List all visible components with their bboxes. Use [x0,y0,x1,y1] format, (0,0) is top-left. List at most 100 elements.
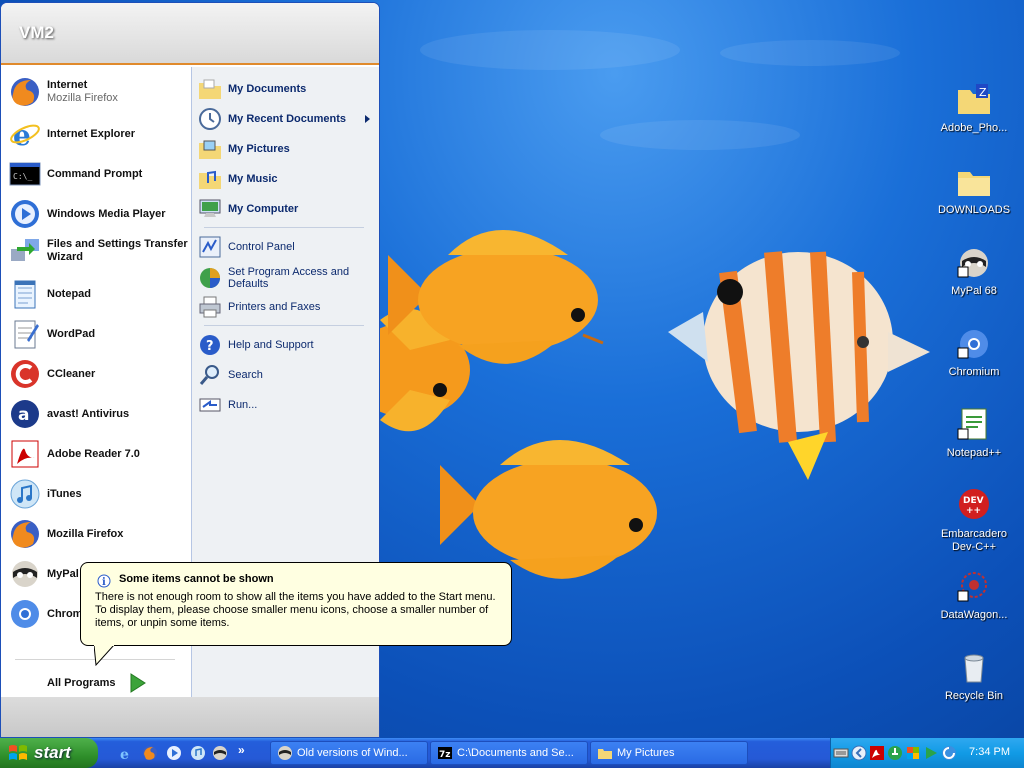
desktop-icon-notepad-plus[interactable]: Notepad++ [936,407,1012,460]
svg-text:Z: Z [979,86,987,99]
all-programs-label[interactable]: All Programs [47,677,115,689]
folder-pictures-icon [199,140,221,159]
recent-documents-icon [199,108,221,130]
svg-text:?: ? [206,339,214,354]
desktop-icon-mypal[interactable]: MyPal 68 [936,245,1012,298]
folder-music-icon [199,170,221,189]
place-my-pictures[interactable]: My Pictures [198,136,378,162]
start-label: start [34,743,71,762]
tray-collapse-chevron-icon[interactable] [851,745,867,761]
desktop-icon-label: DOWNLOADS [937,204,1011,216]
clock[interactable]: 7:34 PM [969,746,1010,758]
place-search[interactable]: Search [198,362,378,388]
start-item-notepad[interactable]: Notepad [9,275,189,313]
place-my-documents[interactable]: My Documents [198,76,378,102]
places-separator [204,227,364,228]
start-item-mozilla-firefox[interactable]: Mozilla Firefox [9,515,189,553]
firefox-icon [11,520,39,548]
computer-icon [199,199,221,217]
start-item-wordpad[interactable]: WordPad [9,315,189,353]
balloon-text: There is not enough room to show all the… [95,591,496,629]
adobe-reader-icon [11,440,39,468]
start-item-title: Files and Settings Transfer Wizard [47,238,188,263]
start-item-title: MyPal [47,567,79,580]
start-item-title: iTunes [47,487,82,500]
folder-icon [598,749,612,759]
quicklaunch-overflow-chevron[interactable]: » [238,743,245,757]
submenu-arrow-icon [365,115,370,123]
chromium-icon [11,600,39,628]
water-ripple [720,40,900,66]
transfer-wizard-icon [11,239,39,261]
place-run[interactable]: Run... [198,392,378,418]
keyboard-icon[interactable] [833,745,849,761]
place-printers-faxes[interactable]: Printers and Faxes [198,294,378,320]
start-item-title: Command Prompt [47,167,143,180]
start-item-title: Chrom [47,607,83,620]
info-icon: i [97,574,111,588]
task-button-label: Old versions of Wind... [297,747,408,759]
start-menu-balloon[interactable]: i Some items cannot be shown There is no… [80,562,512,646]
start-item-internet[interactable]: Internet Mozilla Firefox [9,73,189,111]
start-item-itunes[interactable]: iTunes [9,475,189,513]
notepad-plus-icon [957,408,987,440]
start-item-adobe-reader[interactable]: Adobe Reader 7.0 [9,435,189,473]
place-control-panel[interactable]: Control Panel [198,234,378,260]
place-my-music[interactable]: My Music [198,166,378,192]
quicklaunch-mypal-icon[interactable] [212,745,228,761]
ccleaner-icon [11,360,39,388]
desktop-icon-devcpp[interactable]: DEV ++ Embarcadero Dev-C++ [936,488,1012,554]
program-access-icon [200,268,220,288]
internet-explorer-icon: e [10,119,40,150]
mypal-icon [12,561,38,587]
run-icon [199,398,221,412]
network-tray-icon[interactable] [941,745,957,761]
quicklaunch-itunes-icon[interactable] [190,745,206,761]
desktop-icon-chromium[interactable]: Chromium [936,326,1012,379]
control-panel-icon [199,236,221,258]
chromium-icon [957,330,988,359]
desktop-icon-downloads[interactable]: DOWNLOADS [936,164,1012,217]
play-tray-icon[interactable] [923,745,939,761]
start-item-internet-explorer[interactable]: e Internet Explorer [9,115,189,153]
green-tray-icon[interactable] [887,745,903,761]
quicklaunch-media-player-icon[interactable] [166,745,182,761]
place-help-support[interactable]: ? Help and Support [198,332,378,358]
place-label: Printers and Faxes [228,301,321,313]
task-button-old-versions[interactable]: Old versions of Wind... [270,741,428,765]
start-item-ccleaner[interactable]: CCleaner [9,355,189,393]
folder-documents-icon [199,79,221,99]
start-item-media-player[interactable]: Windows Media Player [9,195,189,233]
windows-logo-icon [9,745,27,760]
desktop-icon-adobe-pho[interactable]: Z Adobe_Pho... [936,82,1012,135]
itunes-icon [10,479,40,509]
place-program-access[interactable]: Set Program Access and Defaults [198,263,378,293]
desktop-icon-label: Embarcadero Dev-C++ [940,528,1008,553]
start-item-command-prompt[interactable]: C:\_ Command Prompt [9,155,189,193]
task-button-my-pictures[interactable]: My Pictures [590,741,748,765]
7zip-icon: 7z [438,747,452,760]
place-label: Set Program Access and Defaults [228,266,350,290]
place-my-computer[interactable]: My Computer [198,196,378,222]
quicklaunch-ie-icon[interactable]: e [118,745,134,761]
start-item-title: Adobe Reader 7.0 [47,447,140,460]
start-item-title: Internet [47,79,88,91]
task-button-label: My Pictures [617,747,675,759]
desktop-icon-datawagon[interactable]: DataWagon... [936,569,1012,622]
desktop-icon-recycle-bin[interactable]: Recycle Bin [936,650,1012,703]
all-programs-arrow-icon[interactable] [129,672,147,694]
start-item-avast[interactable]: a avast! Antivirus [9,395,189,433]
start-button[interactable]: start [0,738,98,768]
svg-text:7z: 7z [439,750,451,760]
quicklaunch-firefox-icon[interactable] [142,745,158,761]
task-button-7zip[interactable]: 7z C:\Documents and Se... [430,741,588,765]
place-label: My Pictures [228,143,290,155]
search-icon [199,365,219,385]
datawagon-icon [957,572,987,602]
start-item-transfer-wizard[interactable]: Files and Settings Transfer Wizard [9,229,189,273]
place-my-recent-documents[interactable]: My Recent Documents [198,106,378,132]
place-label: Search [228,369,263,381]
flag-tray-icon[interactable] [905,745,921,761]
start-item-title: Mozilla Firefox [47,527,124,540]
adobe-tray-icon[interactable] [869,745,885,761]
